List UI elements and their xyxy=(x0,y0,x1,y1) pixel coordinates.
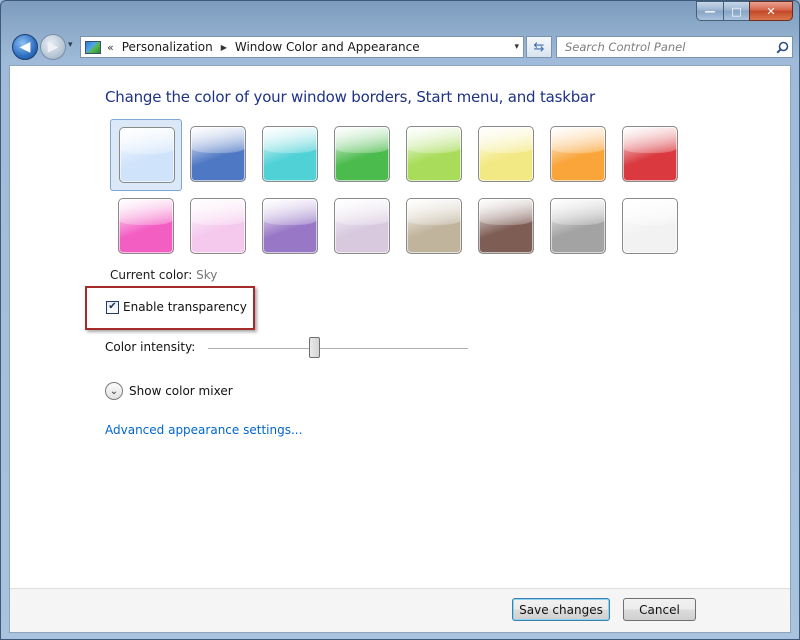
caption-buttons: — □ ✕ xyxy=(696,1,793,21)
swatch-color-lavender[interactable] xyxy=(334,198,390,254)
address-overflow-chevron-icon[interactable]: « xyxy=(107,41,114,54)
swatch-color-chocolate[interactable] xyxy=(478,198,534,254)
cancel-button[interactable]: Cancel xyxy=(623,598,696,621)
forward-button[interactable]: ▶ xyxy=(40,34,66,60)
swatch-pumpkin[interactable] xyxy=(542,119,614,191)
swatch-frost[interactable] xyxy=(614,191,686,263)
navigation-bar: ◀ ▶ ▾ « Personalization ▶ Window Color a… xyxy=(9,33,793,61)
current-color-value: Sky xyxy=(196,268,218,282)
page-title: Change the color of your window borders,… xyxy=(105,88,596,106)
swatch-fuchsia[interactable] xyxy=(110,191,182,263)
swatch-violet[interactable] xyxy=(254,191,326,263)
back-button[interactable]: ◀ xyxy=(12,34,38,60)
current-color-line: Current color: Sky xyxy=(110,268,217,282)
swatch-lemon[interactable] xyxy=(470,119,542,191)
history-dropdown-icon[interactable]: ▾ xyxy=(68,40,73,50)
swatch-leaf[interactable] xyxy=(326,119,398,191)
color-intensity-track[interactable] xyxy=(208,348,468,350)
expand-chevron-icon[interactable]: ⌄ xyxy=(105,382,123,400)
swatch-color-ruby[interactable] xyxy=(622,126,678,182)
swatch-color-frost[interactable] xyxy=(622,198,678,254)
swatch-color-lemon[interactable] xyxy=(478,126,534,182)
breadcrumb-separator-icon[interactable]: ▶ xyxy=(221,43,227,52)
swatch-color-pumpkin[interactable] xyxy=(550,126,606,182)
swatch-color-blush[interactable] xyxy=(190,198,246,254)
window-frame: — □ ✕ ◀ ▶ ▾ « Personalization ▶ Window C… xyxy=(0,0,800,640)
show-color-mixer[interactable]: ⌄ Show color mixer xyxy=(105,382,233,400)
transparency-option[interactable]: ✔ Enable transparency xyxy=(106,300,247,314)
swatch-lavender[interactable] xyxy=(326,191,398,263)
search-icon[interactable] xyxy=(772,41,792,54)
swatch-color-sea[interactable] xyxy=(262,126,318,182)
close-button[interactable]: ✕ xyxy=(749,1,793,21)
swatch-slate[interactable] xyxy=(542,191,614,263)
current-color-label: Current color: xyxy=(110,268,193,282)
minimize-button[interactable]: — xyxy=(696,1,723,21)
swatch-ruby[interactable] xyxy=(614,119,686,191)
color-swatch-grid xyxy=(110,119,690,259)
advanced-appearance-link[interactable]: Advanced appearance settings... xyxy=(105,423,302,437)
breadcrumb-window-color[interactable]: Window Color and Appearance xyxy=(235,40,420,54)
control-panel-icon xyxy=(85,40,101,54)
swatch-taupe[interactable] xyxy=(398,191,470,263)
address-bar[interactable]: « Personalization ▶ Window Color and App… xyxy=(80,36,524,58)
address-dropdown-icon[interactable]: ▾ xyxy=(514,42,519,52)
swatch-color-taupe[interactable] xyxy=(406,198,462,254)
save-changes-button[interactable]: Save changes xyxy=(512,598,610,621)
swatch-blush[interactable] xyxy=(182,191,254,263)
search-box[interactable] xyxy=(556,36,793,58)
swatch-sky[interactable] xyxy=(110,119,182,191)
color-intensity-slider-thumb[interactable] xyxy=(309,337,321,358)
transparency-checkbox[interactable]: ✔ xyxy=(106,300,119,314)
swatch-color-violet[interactable] xyxy=(262,198,318,254)
refresh-button[interactable]: ⇆ xyxy=(526,36,552,58)
swatch-lime[interactable] xyxy=(398,119,470,191)
swatch-color-slate[interactable] xyxy=(550,198,606,254)
breadcrumb-personalization[interactable]: Personalization xyxy=(122,40,213,54)
swatch-color-lime[interactable] xyxy=(406,126,462,182)
swatch-sea[interactable] xyxy=(254,119,326,191)
swatch-color-fuchsia[interactable] xyxy=(118,198,174,254)
swatch-color-leaf[interactable] xyxy=(334,126,390,182)
maximize-button[interactable]: □ xyxy=(723,1,749,21)
transparency-label[interactable]: Enable transparency xyxy=(123,300,247,314)
content-pane: Change the color of your window borders,… xyxy=(9,65,791,633)
swatch-chocolate[interactable] xyxy=(470,191,542,263)
swatch-twilight[interactable] xyxy=(182,119,254,191)
search-input[interactable] xyxy=(557,38,772,56)
swatch-color-twilight[interactable] xyxy=(190,126,246,182)
color-intensity-label: Color intensity: xyxy=(105,340,196,354)
swatch-color-sky[interactable] xyxy=(119,127,175,183)
show-color-mixer-label[interactable]: Show color mixer xyxy=(129,384,233,398)
footer-bar: Save changes Cancel xyxy=(10,588,790,632)
